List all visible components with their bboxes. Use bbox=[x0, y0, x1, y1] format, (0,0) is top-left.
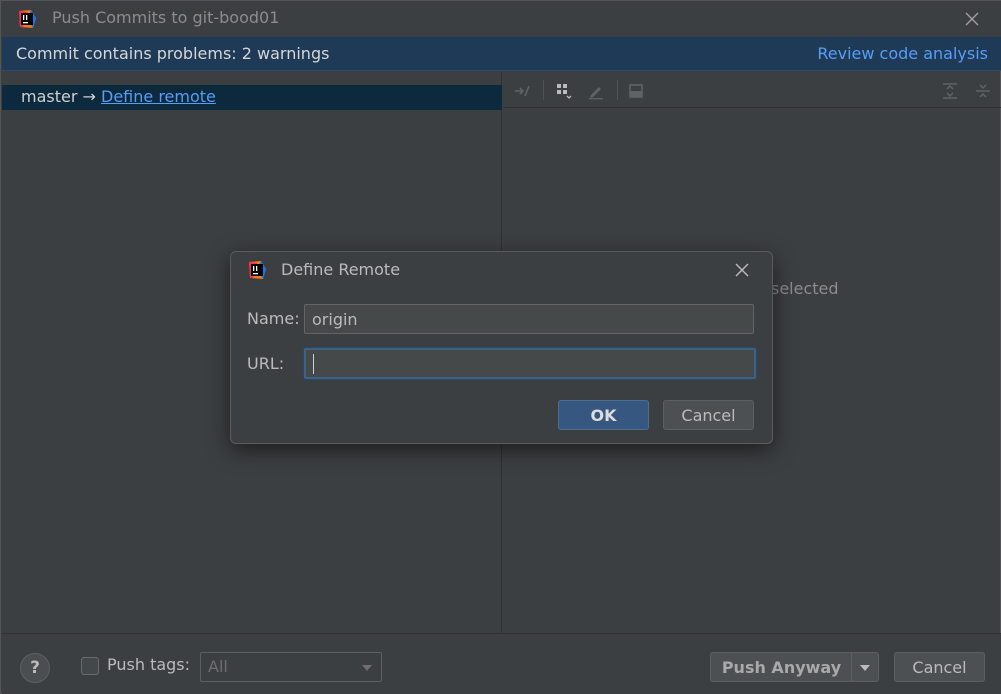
problems-banner: Commit contains problems: 2 warnings Rev… bbox=[2, 37, 1001, 71]
chevron-down-icon bbox=[362, 665, 372, 671]
push-options-dropdown-button[interactable] bbox=[851, 652, 879, 682]
title-bar: Push Commits to git-bood01 bbox=[1, 1, 1001, 37]
bottom-bar: ? Push tags: All Push Anyway Cancel bbox=[2, 633, 1001, 694]
branch-row[interactable]: master → Define remote bbox=[2, 85, 502, 110]
define-remote-link[interactable]: Define remote bbox=[101, 87, 216, 106]
push-tags-label[interactable]: Push tags: bbox=[107, 655, 190, 674]
push-commits-window: Push Commits to git-bood01 Commit contai… bbox=[0, 0, 1001, 694]
branch-label: master → Define remote bbox=[21, 87, 216, 106]
push-tags-checkbox[interactable] bbox=[81, 657, 99, 675]
chevron-down-icon bbox=[860, 665, 870, 671]
branch-name: master bbox=[21, 87, 78, 106]
close-dialog-icon[interactable] bbox=[734, 262, 750, 278]
push-tags-select-value: All bbox=[208, 657, 228, 676]
push-anyway-button[interactable]: Push Anyway bbox=[710, 652, 852, 682]
ok-button[interactable]: OK bbox=[558, 400, 649, 430]
cancel-button[interactable]: Cancel bbox=[663, 400, 754, 430]
text-caret bbox=[313, 354, 314, 374]
intellij-app-icon bbox=[19, 10, 36, 28]
name-label: Name: bbox=[247, 309, 300, 328]
problems-message: Commit contains problems: 2 warnings bbox=[16, 44, 330, 63]
toolbar-separator bbox=[617, 80, 618, 100]
review-code-analysis-link[interactable]: Review code analysis bbox=[817, 44, 988, 63]
help-button[interactable]: ? bbox=[20, 653, 50, 683]
no-selection-status: selected bbox=[771, 279, 839, 298]
define-remote-dialog: Define Remote Name: URL: OK Cancel bbox=[230, 251, 773, 444]
push-tags-select: All bbox=[200, 652, 382, 682]
preview-diff-icon[interactable] bbox=[625, 80, 647, 102]
url-label: URL: bbox=[247, 354, 285, 373]
remote-url-input[interactable] bbox=[304, 348, 756, 379]
remote-name-input[interactable] bbox=[304, 304, 754, 334]
collapse-all-icon[interactable] bbox=[972, 80, 994, 102]
close-window-icon[interactable] bbox=[964, 11, 980, 27]
expand-all-icon[interactable] bbox=[939, 80, 961, 102]
toolbar-separator bbox=[543, 80, 544, 100]
compare-icon[interactable] bbox=[511, 80, 533, 102]
window-title: Push Commits to git-bood01 bbox=[52, 8, 280, 27]
changes-toolbar bbox=[503, 72, 1001, 108]
group-by-icon[interactable] bbox=[553, 80, 575, 102]
branch-arrow: → bbox=[82, 87, 96, 106]
cancel-push-button[interactable]: Cancel bbox=[894, 652, 985, 682]
dialog-title: Define Remote bbox=[281, 260, 401, 279]
edit-source-icon[interactable] bbox=[585, 80, 607, 102]
intellij-app-icon bbox=[249, 261, 266, 279]
